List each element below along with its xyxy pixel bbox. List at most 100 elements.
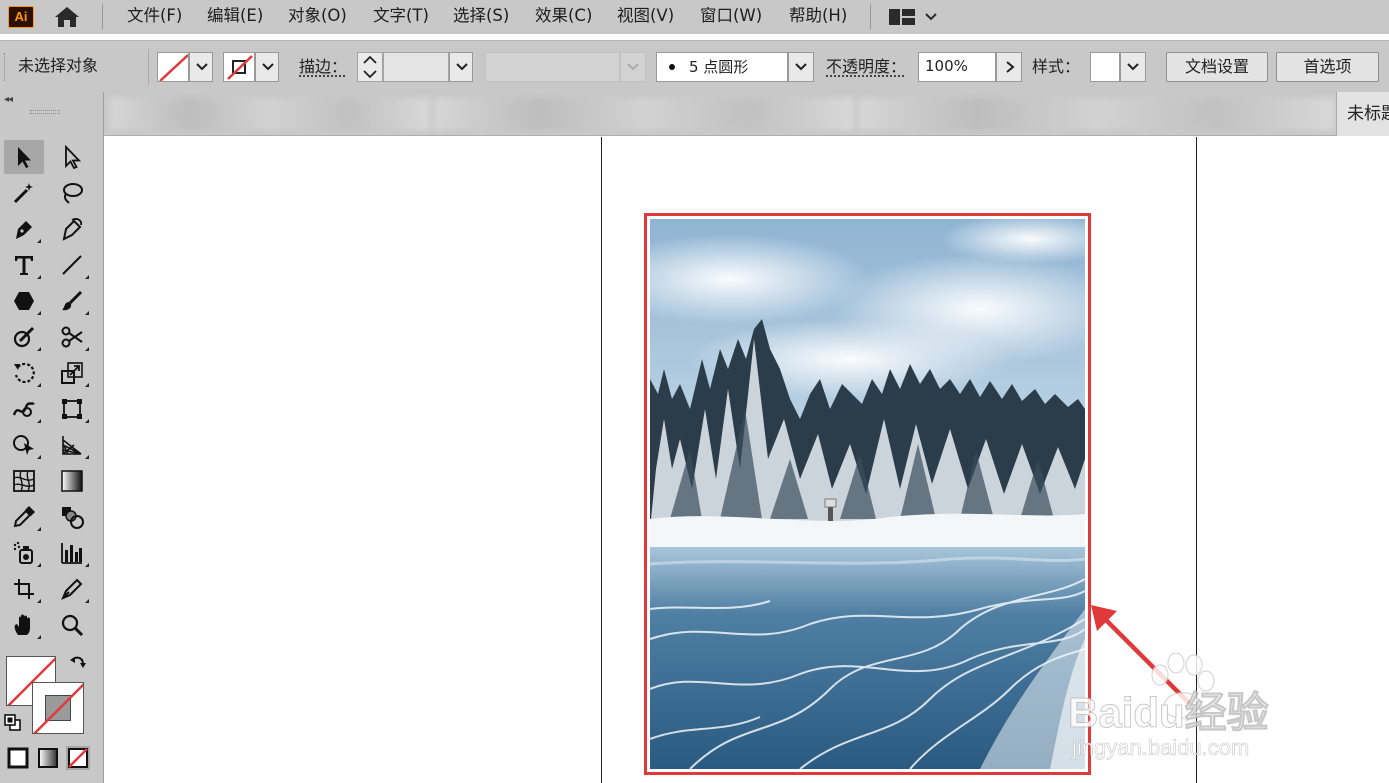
chevron-down-icon[interactable] xyxy=(924,10,938,24)
free-transform-tool[interactable] xyxy=(52,392,92,426)
stroke-weight-dropdown[interactable] xyxy=(449,52,473,82)
mesh-tool[interactable] xyxy=(4,464,44,498)
chevron-down-icon xyxy=(195,62,209,72)
stepper-arrows-icon xyxy=(358,53,382,81)
menu-effect[interactable]: 效果(C) xyxy=(535,6,592,26)
artboard-left-edge xyxy=(601,137,602,783)
menu-file[interactable]: 文件(F) xyxy=(127,6,182,26)
perspective-grid-icon xyxy=(60,433,84,457)
gradient-mode-icon[interactable] xyxy=(36,746,60,770)
stroke-weight-input[interactable] xyxy=(383,52,449,82)
document-setup-button[interactable]: 文档设置 xyxy=(1166,52,1268,82)
blend-tool[interactable] xyxy=(52,500,92,534)
eyedropper-tool[interactable] xyxy=(4,500,44,534)
workspace-layout-icon[interactable] xyxy=(888,8,916,26)
gradient-tool[interactable] xyxy=(52,464,92,498)
selection-status: 未选择对象 xyxy=(18,56,98,76)
brush-dropdown[interactable] xyxy=(788,52,814,82)
shape-builder-tool[interactable] xyxy=(4,428,44,462)
polygon-tool[interactable] xyxy=(4,284,44,318)
menu-edit[interactable]: 编辑(E) xyxy=(207,6,263,26)
swap-fill-stroke-icon[interactable] xyxy=(68,654,88,674)
type-tool[interactable] xyxy=(4,248,44,282)
scale-tool[interactable] xyxy=(52,356,92,390)
selection-tool[interactable] xyxy=(4,140,44,174)
opacity-input[interactable]: 100% xyxy=(918,52,996,82)
line-icon xyxy=(60,253,84,277)
rotate-icon xyxy=(12,361,36,385)
chevron-down-icon xyxy=(794,62,808,72)
chevron-right-icon xyxy=(1004,61,1018,73)
collapse-panel-icon[interactable]: ◂◂ xyxy=(4,94,12,105)
scissors-tool[interactable] xyxy=(52,320,92,354)
perspective-grid-tool[interactable] xyxy=(52,428,92,462)
opacity-label[interactable]: 不透明度： xyxy=(826,57,906,77)
column-graph-tool[interactable] xyxy=(52,536,92,570)
panel-grip[interactable] xyxy=(30,110,60,114)
symbol-sprayer-icon xyxy=(12,541,36,565)
variable-width-dropdown[interactable] xyxy=(620,52,646,82)
menu-select[interactable]: 选择(S) xyxy=(453,6,509,26)
brush-dot-icon xyxy=(669,64,675,70)
winter-lake-photo[interactable] xyxy=(650,219,1085,769)
menu-window[interactable]: 窗口(W) xyxy=(700,6,762,26)
lasso-tool[interactable] xyxy=(52,176,92,210)
shaper-tool[interactable] xyxy=(4,320,44,354)
none-color-icon xyxy=(33,683,84,734)
line-segment-tool[interactable] xyxy=(52,248,92,282)
control-bar: 未选择对象 描边： 5 点圆形 不透明度： 100% 样式： 文档设置 首选项 xyxy=(0,40,1389,92)
type-icon xyxy=(12,253,36,277)
menu-help[interactable]: 帮助(H) xyxy=(789,6,847,26)
canvas-area[interactable]: Baidu经验 jingyan.baidu.com xyxy=(105,137,1389,783)
home-icon[interactable] xyxy=(52,5,82,29)
default-fill-stroke-icon[interactable] xyxy=(4,714,22,732)
variable-width-profile[interactable] xyxy=(485,52,620,82)
zoom-tool[interactable] xyxy=(52,608,92,642)
stroke-color-swatch[interactable] xyxy=(223,52,255,82)
document-tab-blurred[interactable] xyxy=(859,98,1334,130)
artboard-tool[interactable] xyxy=(4,572,44,606)
fill-color-swatch[interactable] xyxy=(157,52,189,82)
watermark-brand: Baidu经验 xyxy=(1068,689,1269,736)
menu-object[interactable]: 对象(O) xyxy=(288,6,347,26)
paintbrush-icon xyxy=(60,289,84,313)
stroke-dropdown[interactable] xyxy=(255,52,279,82)
zoom-icon xyxy=(60,613,84,637)
opacity-expand[interactable] xyxy=(996,52,1022,82)
curvature-icon xyxy=(60,217,84,241)
preferences-button[interactable]: 首选项 xyxy=(1276,52,1379,82)
document-tab-blurred[interactable] xyxy=(110,98,430,130)
document-tab-blurred[interactable] xyxy=(434,98,854,130)
panel-grip[interactable] xyxy=(4,53,7,81)
curvature-tool[interactable] xyxy=(52,212,92,246)
rotate-tool[interactable] xyxy=(4,356,44,390)
magic-wand-tool[interactable] xyxy=(4,176,44,210)
menu-view[interactable]: 视图(V) xyxy=(617,6,674,26)
direct-selection-tool[interactable] xyxy=(52,140,92,174)
document-tab-untitled[interactable]: 未标题 xyxy=(1336,92,1389,136)
stroke-none-icon xyxy=(224,53,255,82)
warp-tool[interactable] xyxy=(4,392,44,426)
slice-tool[interactable] xyxy=(52,572,92,606)
graphic-style-dropdown[interactable] xyxy=(1120,52,1146,82)
stroke-weight-stepper[interactable] xyxy=(357,52,383,82)
chevron-down-icon xyxy=(261,62,275,72)
tools-panel: ◂◂ xyxy=(0,92,104,783)
chevron-down-icon xyxy=(1126,62,1140,72)
scissors-icon xyxy=(60,325,84,349)
hand-tool[interactable] xyxy=(4,608,44,642)
mesh-icon xyxy=(12,469,36,493)
none-mode-icon[interactable] xyxy=(66,746,90,770)
watermark-url: jingyan.baidu.com xyxy=(1071,735,1249,760)
stroke-color-swatch[interactable] xyxy=(32,682,84,734)
symbol-sprayer-tool[interactable] xyxy=(4,536,44,570)
selected-image-frame[interactable] xyxy=(644,213,1091,775)
pen-tool[interactable] xyxy=(4,212,44,246)
paintbrush-tool[interactable] xyxy=(52,284,92,318)
color-mode-icon[interactable] xyxy=(6,746,30,770)
brush-definition[interactable]: 5 点圆形 xyxy=(656,52,788,82)
stroke-label[interactable]: 描边： xyxy=(299,57,347,77)
graphic-style-swatch[interactable] xyxy=(1090,52,1120,82)
fill-dropdown[interactable] xyxy=(189,52,213,82)
menu-type[interactable]: 文字(T) xyxy=(373,6,429,26)
